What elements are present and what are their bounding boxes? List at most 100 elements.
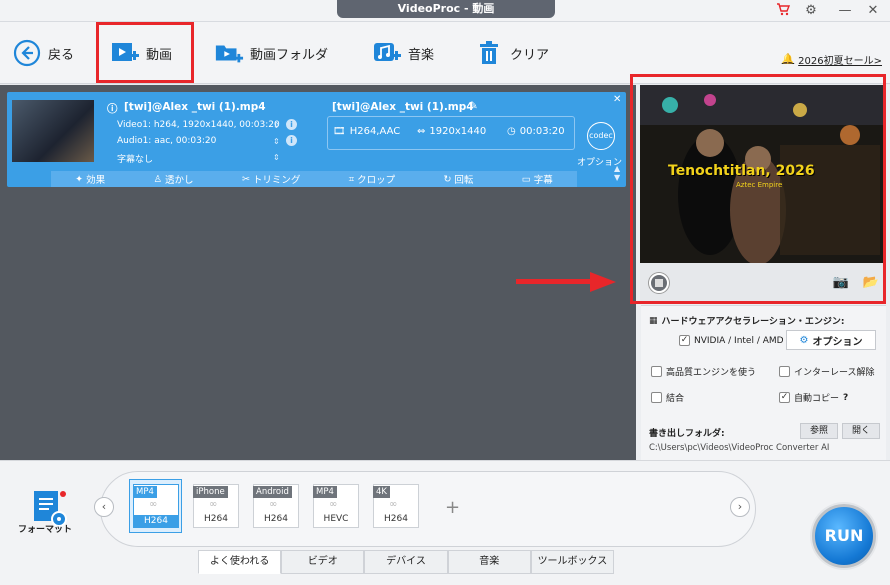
deinterlace-checkbox[interactable]: [779, 366, 790, 377]
add-music-button[interactable]: 音楽: [372, 36, 434, 70]
remove-item-icon[interactable]: ✕: [613, 94, 621, 105]
rotate-label: 回転: [454, 175, 474, 186]
video-folder-label: 動画フォルダ: [250, 47, 329, 63]
hw-option-label: オプション: [812, 336, 863, 348]
preset-iphone-h264[interactable]: iPhone ∞ H264: [193, 484, 239, 528]
video-button-highlight: [96, 22, 194, 83]
video-track-dropdown-icon[interactable]: ⇕: [273, 121, 280, 130]
watermark-button[interactable]: ♙ 透かし: [153, 172, 194, 187]
cart-icon[interactable]: [774, 2, 792, 20]
effect-label: 効果: [86, 175, 106, 186]
gpu-checkbox[interactable]: ✓: [679, 335, 690, 346]
preset-mid-icon: ∞: [329, 499, 338, 510]
output-duration-cell: ◷ 00:03:20: [507, 126, 565, 137]
resolution-icon: ⇔: [417, 126, 426, 137]
output-codec-cell: 🎞 H264,AAC: [333, 126, 400, 137]
tab-device[interactable]: デバイス: [364, 550, 448, 574]
scroll-down-icon[interactable]: ▼: [614, 173, 620, 182]
scissors-icon: ✂: [241, 173, 250, 185]
rename-pencil-icon[interactable]: ✎: [469, 100, 478, 112]
clear-label: クリア: [510, 47, 550, 63]
video-folder-icon: [214, 38, 244, 68]
rotate-icon: ↻: [443, 173, 452, 185]
video-thumbnail[interactable]: [12, 100, 94, 162]
preset-tag: iPhone: [193, 486, 228, 498]
preset-mid-icon: ∞: [389, 499, 398, 510]
hq-engine-checkbox[interactable]: [651, 366, 662, 377]
video-item-card[interactable]: ⓘ [twi]@Alex _twi (1).mp4 Video1: h264, …: [7, 92, 626, 187]
back-button[interactable]: 戻る: [12, 36, 74, 70]
bell-icon: 🔔: [781, 54, 795, 65]
preset-mp4-h264[interactable]: MP4 ∞ H264: [133, 484, 179, 528]
preset-4k-h264[interactable]: 4K ∞ H264: [373, 484, 419, 528]
merge-label: 結合: [666, 394, 685, 404]
close-window-icon[interactable]: ✕: [864, 2, 882, 20]
clear-button[interactable]: クリア: [474, 36, 549, 70]
preset-category-tabs: よく使われる ビデオ デバイス 音楽 ツールボックス: [198, 550, 615, 574]
conversion-settings: ▦ ハードウェアアクセラレーション・エンジン: ✓ NVIDIA / Intel…: [641, 305, 886, 460]
merge-row[interactable]: 結合: [651, 391, 684, 404]
open-folder-button[interactable]: 開く: [842, 423, 880, 439]
video-track-info-icon[interactable]: i: [286, 119, 297, 130]
video-info-icon[interactable]: ⓘ: [107, 101, 118, 116]
preset-codec: H264: [204, 514, 228, 524]
add-video-folder-button[interactable]: 動画フォルダ: [214, 36, 328, 70]
scroll-up-icon[interactable]: ▲: [614, 164, 620, 173]
merge-checkbox[interactable]: [651, 392, 662, 403]
autocopy-help-icon[interactable]: ?: [843, 393, 848, 403]
back-label: 戻る: [48, 47, 75, 63]
tab-popular[interactable]: よく使われる: [198, 550, 282, 574]
stamp-icon: ♙: [153, 173, 163, 185]
title-bar: VideoProc - 動画 ⚙ — ✕: [0, 0, 890, 22]
format-label[interactable]: フォーマット: [18, 522, 72, 535]
subtitle-dropdown-icon[interactable]: ⇕: [273, 153, 280, 162]
output-codec: H264,AAC: [349, 126, 401, 137]
audio-track-info[interactable]: Audio1: aac, 00:03:20: [117, 136, 216, 146]
subtitle-button[interactable]: ▭ 字幕: [521, 172, 553, 187]
crop-icon: ⌗: [348, 173, 355, 185]
deinterlace-row[interactable]: インターレース解除: [779, 365, 875, 378]
autocopy-row[interactable]: ✓ 自動コピー ?: [779, 391, 848, 404]
carousel-prev-button[interactable]: ‹: [94, 497, 114, 517]
gpu-label: NVIDIA / Intel / AMD: [694, 335, 784, 346]
subtitle-track-info[interactable]: 字幕なし: [117, 152, 153, 165]
preset-mp4-hevc[interactable]: MP4 ∞ HEVC: [313, 484, 359, 528]
add-preset-icon[interactable]: +: [445, 497, 460, 518]
settings-gear-icon[interactable]: ⚙: [802, 2, 820, 20]
preset-tag: Android: [253, 486, 292, 498]
preset-tag: MP4: [133, 486, 157, 498]
video-track-info[interactable]: Video1: h264, 1920x1440, 00:03:20: [117, 120, 280, 130]
promo-link[interactable]: 🔔 2026初夏セール>: [782, 52, 882, 67]
preset-tag: MP4: [313, 486, 337, 498]
trash-icon: [474, 38, 504, 68]
output-folder-heading: 書き出しフォルダ:: [649, 426, 725, 439]
minimize-icon[interactable]: —: [836, 2, 854, 20]
hw-accel-heading: ▦ ハードウェアアクセラレーション・エンジン:: [649, 314, 845, 328]
hq-engine-row[interactable]: 高品質エンジンを使う: [651, 365, 756, 378]
hw-option-button[interactable]: ⚙ オプション: [786, 330, 876, 350]
promo-text: 2026初夏セール>: [798, 56, 882, 67]
browse-button[interactable]: 参照: [800, 423, 838, 439]
tab-toolbox[interactable]: ツールボックス: [530, 550, 615, 574]
output-resolution-cell: ⇔ 1920x1440: [417, 126, 486, 137]
trim-button[interactable]: ✂ トリミング: [241, 172, 300, 187]
carousel-next-button[interactable]: ›: [730, 497, 750, 517]
film-icon: 🎞: [333, 126, 346, 137]
preset-android-h264[interactable]: Android ∞ H264: [253, 484, 299, 528]
hw-accel-label: ハードウェアアクセラレーション・エンジン:: [661, 317, 845, 327]
audio-track-info-icon[interactable]: i: [286, 135, 297, 146]
effect-button[interactable]: ✦ 効果: [75, 172, 106, 187]
source-file-name: [twi]@Alex _twi (1).mp4: [124, 101, 266, 113]
tab-music[interactable]: 音楽: [447, 550, 531, 574]
rotate-button[interactable]: ↻ 回転: [443, 172, 474, 187]
subtitle-label: 字幕: [533, 175, 553, 186]
autocopy-checkbox[interactable]: ✓: [779, 392, 790, 403]
crop-button[interactable]: ⌗ クロップ: [348, 172, 395, 187]
output-path[interactable]: C:\Users\pc\Videos\VideoProc Converter A…: [649, 443, 829, 453]
tab-video[interactable]: ビデオ: [281, 550, 365, 574]
subtitle-icon: ▭: [521, 173, 531, 185]
run-button[interactable]: RUN: [812, 504, 876, 568]
codec-option-button[interactable]: codec: [587, 122, 615, 150]
gpu-checkbox-row[interactable]: ✓ NVIDIA / Intel / AMD: [679, 335, 784, 346]
audio-track-dropdown-icon[interactable]: ⇕: [273, 137, 280, 146]
